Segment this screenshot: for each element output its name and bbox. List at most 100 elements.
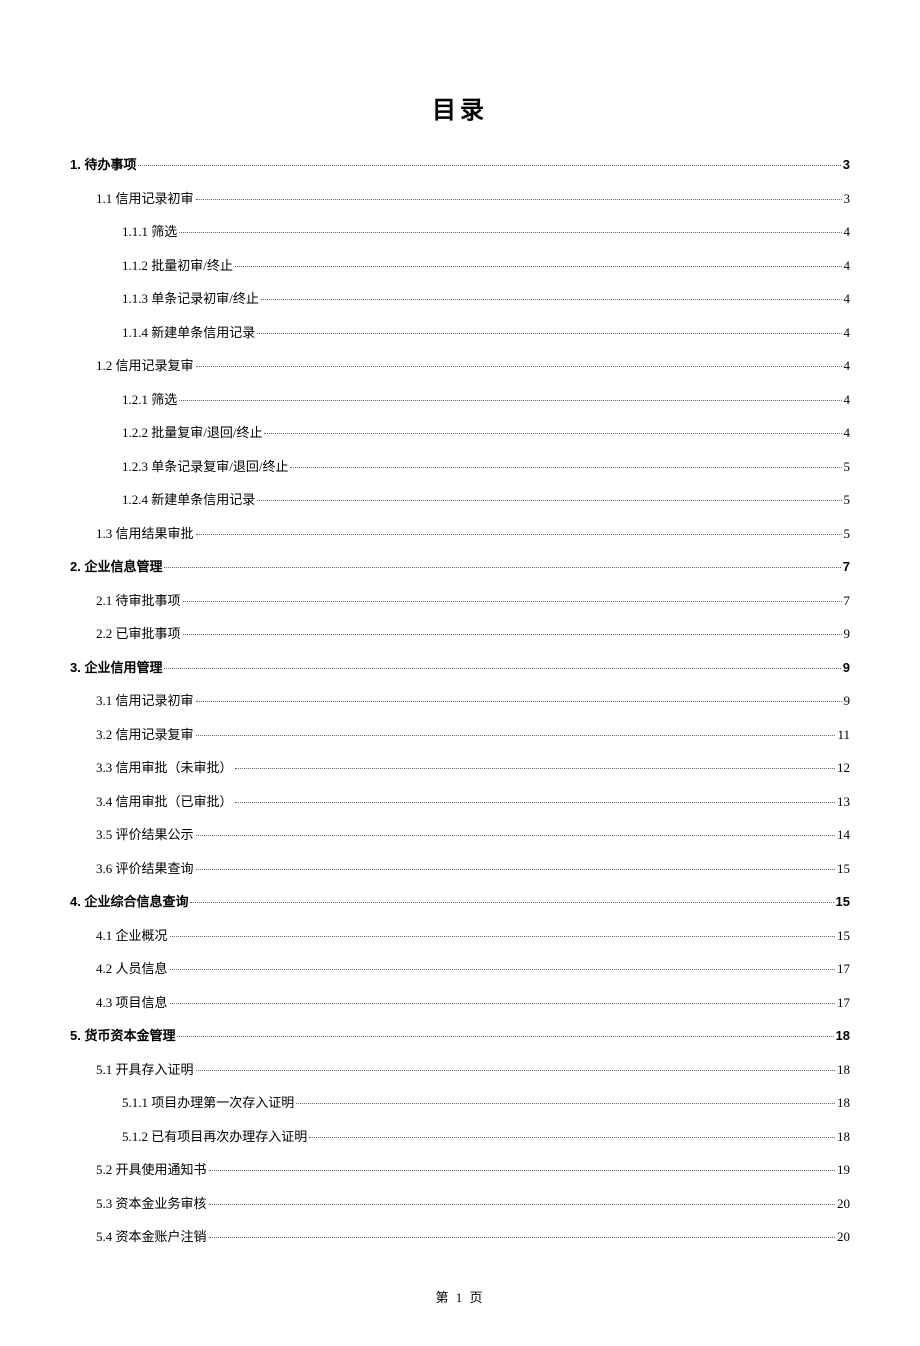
- toc-entry-page: 18: [836, 1026, 850, 1046]
- toc-entry[interactable]: 1.3 信用结果审批5: [70, 524, 850, 544]
- toc-entry[interactable]: 1.2.4 新建单条信用记录5: [70, 490, 850, 510]
- toc-entry[interactable]: 1. 待办事项3: [70, 155, 850, 175]
- toc-entry[interactable]: 3.4 信用审批（已审批）13: [70, 792, 850, 812]
- toc-entry-page: 20: [837, 1194, 850, 1214]
- toc-entry[interactable]: 3.3 信用审批（未审批）12: [70, 758, 850, 778]
- toc-leader: [290, 467, 841, 468]
- toc-entry[interactable]: 3.2 信用记录复审11: [70, 725, 850, 745]
- toc-entry-page: 9: [843, 658, 850, 678]
- toc-entry[interactable]: 1.2.1 筛选4: [70, 390, 850, 410]
- toc-leader: [261, 299, 842, 300]
- toc-entry-page: 4: [844, 423, 851, 443]
- toc-leader: [235, 802, 835, 803]
- toc-leader: [170, 1003, 835, 1004]
- toc-entry[interactable]: 5.1.1 项目办理第一次存入证明18: [70, 1093, 850, 1113]
- toc-leader: [257, 500, 841, 501]
- toc-entry-label: 3. 企业信用管理: [70, 658, 162, 678]
- toc-entry-page: 15: [837, 859, 850, 879]
- toc-entry[interactable]: 1.1.3 单条记录初审/终止4: [70, 289, 850, 309]
- toc-leader: [196, 701, 842, 702]
- toc-entry-label: 3.1 信用记录初审: [96, 691, 194, 711]
- toc-leader: [196, 534, 842, 535]
- toc-leader: [183, 634, 842, 635]
- toc-leader: [209, 1204, 835, 1205]
- toc-entry[interactable]: 3.1 信用记录初审 9: [70, 691, 850, 711]
- toc-entry[interactable]: 3.6 评价结果查询 15: [70, 859, 850, 879]
- toc-leader: [170, 936, 835, 937]
- toc-leader: [235, 266, 842, 267]
- toc-entry-page: 14: [837, 825, 850, 845]
- toc-entry-label: 2. 企业信息管理: [70, 557, 162, 577]
- toc-leader: [179, 400, 841, 401]
- toc-entry-label: 5.1.1 项目办理第一次存入证明: [122, 1093, 294, 1113]
- toc-entry[interactable]: 4.3 项目信息 17: [70, 993, 850, 1013]
- toc-entry-label: 1.2.2 批量复审/退回/终止: [122, 423, 262, 443]
- toc-entry-page: 5: [844, 457, 851, 477]
- toc-entry[interactable]: 5.2 开具使用通知书19: [70, 1160, 850, 1180]
- toc-entry[interactable]: 4.2 人员信息 17: [70, 959, 850, 979]
- toc-leader: [196, 199, 842, 200]
- toc-entry-label: 3.5 评价结果公示: [96, 825, 194, 845]
- toc-entry-page: 17: [837, 993, 850, 1013]
- toc-entry-label: 3.3 信用审批（未审批）: [96, 758, 233, 778]
- toc-entry[interactable]: 2. 企业信息管理 7: [70, 557, 850, 577]
- toc-entry-page: 3: [844, 189, 851, 209]
- page-footer: 第 1 页: [70, 1287, 850, 1306]
- toc-leader: [296, 1103, 835, 1104]
- toc-entry-label: 1.1.3 单条记录初审/终止: [122, 289, 259, 309]
- toc-entry-page: 7: [843, 557, 850, 577]
- toc-leader: [209, 1170, 835, 1171]
- toc-entry-label: 5.1.2 已有项目再次办理存入证明: [122, 1127, 307, 1147]
- toc-entry-page: 18: [837, 1127, 850, 1147]
- toc-entry[interactable]: 3. 企业信用管理 9: [70, 658, 850, 678]
- toc-leader: [190, 902, 833, 903]
- toc-entry[interactable]: 5. 货币资本金管理 18: [70, 1026, 850, 1046]
- toc-entry[interactable]: 5.4 资本金账户注销 20: [70, 1227, 850, 1247]
- toc-entry[interactable]: 1.2.2 批量复审/退回/终止 4: [70, 423, 850, 443]
- toc-entry[interactable]: 1.1.2 批量初审/终止4: [70, 256, 850, 276]
- toc-entry[interactable]: 5.1.2 已有项目再次办理存入证明 18: [70, 1127, 850, 1147]
- toc-entry-label: 5.4 资本金账户注销: [96, 1227, 207, 1247]
- toc-entry[interactable]: 2.1 待审批事项7: [70, 591, 850, 611]
- toc-leader: [177, 1036, 833, 1037]
- toc-entry[interactable]: 3.5 评价结果公示 14: [70, 825, 850, 845]
- toc-entry-page: 20: [837, 1227, 850, 1247]
- toc-entry[interactable]: 4.1 企业概况15: [70, 926, 850, 946]
- toc-leader: [196, 1070, 835, 1071]
- toc-entry-label: 1.2.3 单条记录复审/退回/终止: [122, 457, 288, 477]
- toc-entry-label: 4.2 人员信息: [96, 959, 168, 979]
- toc-entry-page: 4: [844, 256, 851, 276]
- toc-entry-page: 9: [844, 691, 851, 711]
- toc-entry-label: 1. 待办事项: [70, 155, 136, 175]
- toc-entry[interactable]: 1.1 信用记录初审 3: [70, 189, 850, 209]
- toc-entry-page: 4: [844, 222, 851, 242]
- toc-entry-label: 3.6 评价结果查询: [96, 859, 194, 879]
- toc-entry[interactable]: 1.2.3 单条记录复审/退回/终止 5: [70, 457, 850, 477]
- toc-entry[interactable]: 5.3 资本金业务审核20: [70, 1194, 850, 1214]
- toc-entry[interactable]: 1.1.1 筛选4: [70, 222, 850, 242]
- toc-entry[interactable]: 2.2 已审批事项9: [70, 624, 850, 644]
- toc-entry[interactable]: 4. 企业综合信息查询 15: [70, 892, 850, 912]
- toc-leader: [209, 1237, 835, 1238]
- toc-entry-page: 19: [837, 1160, 850, 1180]
- toc-entry[interactable]: 5.1 开具存入证明18: [70, 1060, 850, 1080]
- toc-entry-label: 2.1 待审批事项: [96, 591, 181, 611]
- toc-entry-label: 4.3 项目信息: [96, 993, 168, 1013]
- toc-entry-page: 18: [837, 1060, 850, 1080]
- toc-entry-label: 5. 货币资本金管理: [70, 1026, 175, 1046]
- toc-entry[interactable]: 1.1.4 新建单条信用记录4: [70, 323, 850, 343]
- toc-entry-label: 4. 企业综合信息查询: [70, 892, 188, 912]
- toc-entry-page: 17: [837, 959, 850, 979]
- toc-list: 1. 待办事项3 1.1 信用记录初审 3 1.1.1 筛选4 1.1.2 批量初审/终…: [70, 155, 850, 1247]
- toc-leader: [309, 1137, 835, 1138]
- toc-entry-label: 1.2 信用记录复审: [96, 356, 194, 376]
- toc-entry-page: 13: [837, 792, 850, 812]
- toc-entry[interactable]: 1.2 信用记录复审4: [70, 356, 850, 376]
- toc-leader: [138, 165, 840, 166]
- toc-title: 目录: [70, 90, 850, 125]
- toc-entry-label: 2.2 已审批事项: [96, 624, 181, 644]
- toc-entry-label: 1.1 信用记录初审: [96, 189, 194, 209]
- toc-entry-label: 1.2.1 筛选: [122, 390, 177, 410]
- toc-entry-page: 15: [836, 892, 850, 912]
- toc-leader: [164, 668, 840, 669]
